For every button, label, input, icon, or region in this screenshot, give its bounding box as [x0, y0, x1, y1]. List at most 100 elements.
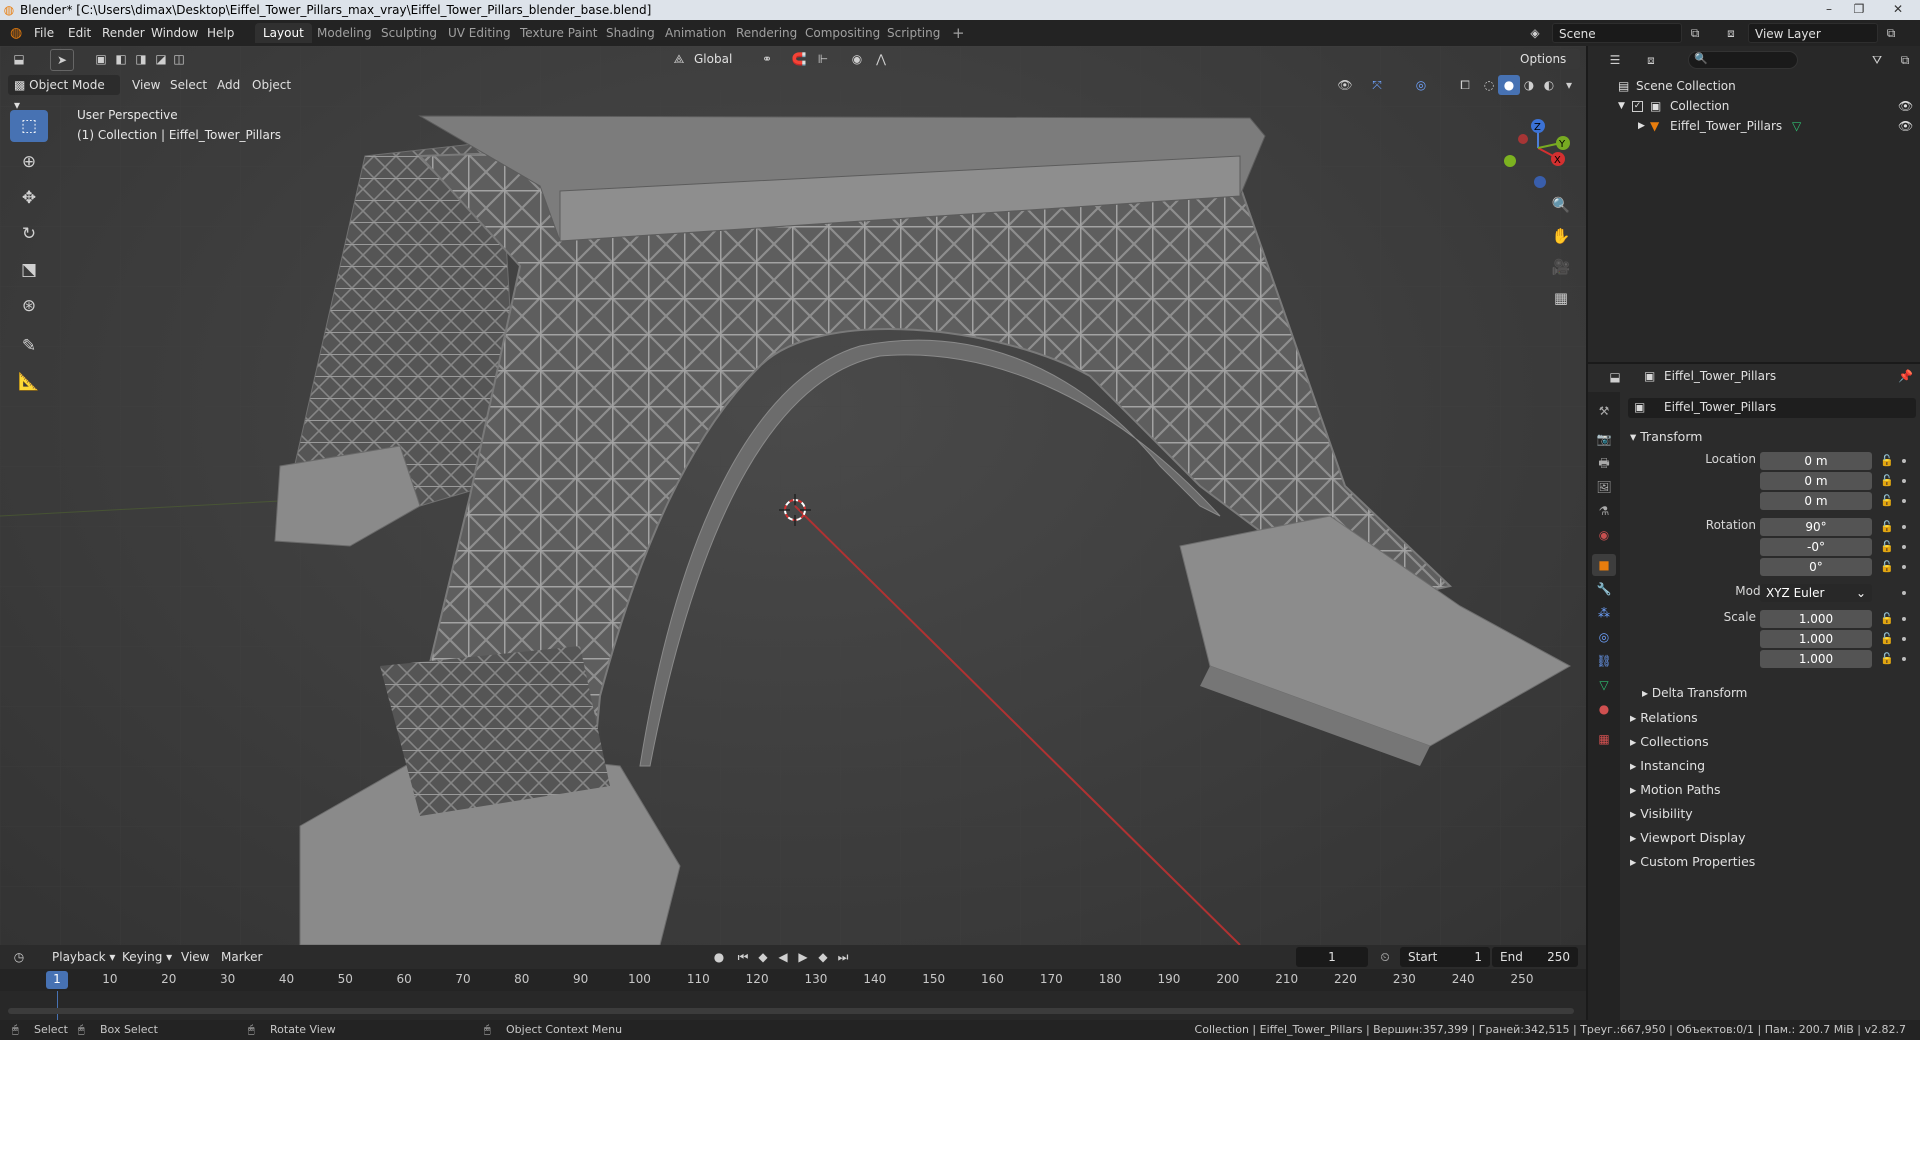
scene-browse-icon[interactable]: ◈ — [1524, 23, 1546, 43]
scale-x-field[interactable]: 1.000 — [1760, 610, 1872, 628]
next-keyframe-icon[interactable]: ◆ — [812, 947, 834, 967]
proportional-edit-icon[interactable]: ◉ — [846, 49, 868, 69]
transform-panel-header[interactable]: ▾ Transform — [1630, 429, 1702, 444]
keyframe-dot[interactable] — [1902, 525, 1906, 529]
keyframe-dot[interactable] — [1902, 479, 1906, 483]
outliner-row-scene-collection[interactable]: ▤ Scene Collection — [1588, 76, 1918, 96]
close-window-button[interactable]: ✕ — [1880, 0, 1916, 18]
annotate-tool[interactable]: ✎ — [10, 330, 48, 362]
keyframe-dot[interactable] — [1902, 637, 1906, 641]
cursor-tool[interactable]: ⊕ — [10, 146, 48, 178]
location-z-field[interactable]: 0 m — [1760, 492, 1872, 510]
show-gizmo-icon[interactable]: ⤧ — [1366, 75, 1388, 95]
options-dropdown[interactable]: Options — [1514, 49, 1580, 69]
menu-file[interactable]: File — [34, 20, 54, 46]
location-x-field[interactable]: 0 m — [1760, 452, 1872, 470]
tab-view-layer[interactable]: 🖼 — [1592, 476, 1616, 498]
shading-wireframe-icon[interactable]: ◌ — [1478, 75, 1500, 95]
timeline-scrollbar[interactable] — [8, 1008, 1574, 1014]
xray-toggle-icon[interactable]: ⧠ — [1454, 75, 1476, 95]
menu-help[interactable]: Help — [207, 20, 234, 46]
lock-scale-y-icon[interactable]: 🔓 — [1880, 632, 1894, 645]
outliner-editor-type-icon[interactable]: ☰ — [1604, 50, 1626, 70]
3d-viewport[interactable]: Z X Y ⬓ ➤ ▣ ◧ ◨ ◪ ◫ ⟁ Global ⚭ 🧲 ⊩ ◉ ⋀ O… — [0, 46, 1586, 945]
location-y-field[interactable]: 0 m — [1760, 472, 1872, 490]
pivot-point-icon[interactable]: ⚭ — [756, 49, 778, 69]
lock-location-z-icon[interactable]: 🔓 — [1880, 494, 1894, 507]
tab-tool[interactable]: ⚒ — [1592, 400, 1616, 422]
lock-location-x-icon[interactable]: 🔓 — [1880, 454, 1894, 467]
tab-animation[interactable]: Animation — [657, 23, 734, 43]
jump-start-icon[interactable]: ⏮ — [732, 947, 754, 967]
tab-texture-paint[interactable]: Texture Paint — [512, 23, 605, 43]
shading-rendered-icon[interactable]: ◐ — [1538, 75, 1560, 95]
use-preview-range-icon[interactable]: ⏲ — [1374, 947, 1396, 967]
editor-type-icon[interactable]: ⬓ — [8, 49, 30, 69]
show-overlays-icon[interactable]: ◎ — [1410, 75, 1432, 95]
scale-y-field[interactable]: 1.000 — [1760, 630, 1872, 648]
tab-texture[interactable]: ▦ — [1592, 728, 1616, 750]
add-workspace-button[interactable]: + — [944, 23, 973, 43]
ortho-toggle-icon[interactable]: ▦ — [1548, 285, 1574, 311]
tab-render[interactable]: 📷 — [1592, 428, 1616, 450]
object-visibility-eye-icon[interactable]: 👁 — [1898, 116, 1913, 136]
mesh-data-icon[interactable]: ▽ — [1792, 116, 1801, 136]
tab-shading[interactable]: Shading — [598, 23, 663, 43]
tab-layout[interactable]: Layout — [255, 23, 312, 43]
timeline-menu-playback[interactable]: Playback ▾ — [52, 947, 115, 967]
outliner-row-collection[interactable]: ▼ ✓ ▣ Collection 👁 — [1588, 96, 1918, 116]
properties-editor-type-icon[interactable]: ⬓ — [1604, 367, 1626, 387]
shading-options-icon[interactable]: ▾ — [1558, 75, 1580, 95]
keyframe-dot[interactable] — [1902, 591, 1906, 595]
display-mode-icon[interactable]: ⧈ — [1640, 50, 1662, 70]
object-name-field[interactable]: ▣ Eiffel_Tower_Pillars — [1628, 398, 1916, 418]
prev-keyframe-icon[interactable]: ◆ — [752, 947, 774, 967]
viewport-display-panel[interactable]: ▸ Viewport Display — [1630, 830, 1746, 845]
snap-element-icon[interactable]: ⊩ — [812, 49, 834, 69]
timeline-menu-view[interactable]: View — [181, 947, 209, 967]
pin-icon[interactable]: 📌 — [1898, 369, 1913, 383]
outliner-row-object[interactable]: ▶ ▼ Eiffel_Tower_Pillars ▽ 👁 — [1588, 116, 1918, 136]
measure-tool[interactable]: 📐 — [10, 366, 48, 398]
minimize-button[interactable]: – — [1816, 0, 1842, 18]
tab-object-data[interactable]: ▽ — [1592, 674, 1616, 696]
timeline-menu-keying[interactable]: Keying ▾ — [122, 947, 172, 967]
keyframe-dot[interactable] — [1902, 545, 1906, 549]
tab-material[interactable]: ● — [1592, 698, 1616, 720]
keyframe-dot[interactable] — [1902, 617, 1906, 621]
select-mode-new-icon[interactable]: ▣ — [90, 49, 112, 69]
scale-tool[interactable]: ⬔ — [10, 254, 48, 286]
maximize-button[interactable]: ❐ — [1846, 0, 1872, 18]
collections-panel[interactable]: ▸ Collections — [1630, 734, 1709, 749]
object-mode-dropdown[interactable]: ▩ Object Mode ▾ — [8, 75, 120, 112]
relations-panel[interactable]: ▸ Relations — [1630, 710, 1698, 725]
select-mode-intersect-icon[interactable]: ◫ — [168, 49, 190, 69]
jump-end-icon[interactable]: ⏭ — [832, 947, 854, 967]
select-tool-icon[interactable]: ➤ — [50, 49, 74, 71]
scene-selector[interactable]: Scene — [1552, 23, 1682, 43]
viewport-menu-object[interactable]: Object — [252, 75, 291, 95]
keyframe-dot[interactable] — [1902, 657, 1906, 661]
custom-properties-panel[interactable]: ▸ Custom Properties — [1630, 854, 1755, 869]
play-icon[interactable]: ▶ — [792, 947, 814, 967]
instancing-panel[interactable]: ▸ Instancing — [1630, 758, 1705, 773]
tab-output[interactable]: 🖶 — [1592, 452, 1616, 474]
rotation-x-field[interactable]: 90° — [1760, 518, 1872, 536]
tab-rendering[interactable]: Rendering — [728, 23, 805, 43]
menu-window[interactable]: Window — [151, 20, 198, 46]
snap-toggle-icon[interactable]: 🧲 — [788, 49, 810, 69]
tab-scene[interactable]: ⚗ — [1592, 500, 1616, 522]
rotate-tool[interactable]: ↻ — [10, 218, 48, 250]
scale-z-field[interactable]: 1.000 — [1760, 650, 1872, 668]
keyframe-dot[interactable] — [1902, 565, 1906, 569]
camera-view-icon[interactable]: 🎥 — [1548, 254, 1574, 280]
tab-physics[interactable]: ◎ — [1592, 626, 1616, 648]
end-frame-field[interactable]: End 250 — [1492, 947, 1578, 967]
timeline-menu-marker[interactable]: Marker — [221, 947, 262, 967]
tab-particles[interactable]: ⁂ — [1592, 602, 1616, 624]
exclude-checkbox[interactable]: ✓ — [1632, 101, 1643, 112]
lock-rotation-x-icon[interactable]: 🔓 — [1880, 520, 1894, 533]
menu-render[interactable]: Render — [102, 20, 145, 46]
transform-orientation-dropdown[interactable]: Global — [688, 49, 748, 69]
lock-scale-z-icon[interactable]: 🔓 — [1880, 652, 1894, 665]
